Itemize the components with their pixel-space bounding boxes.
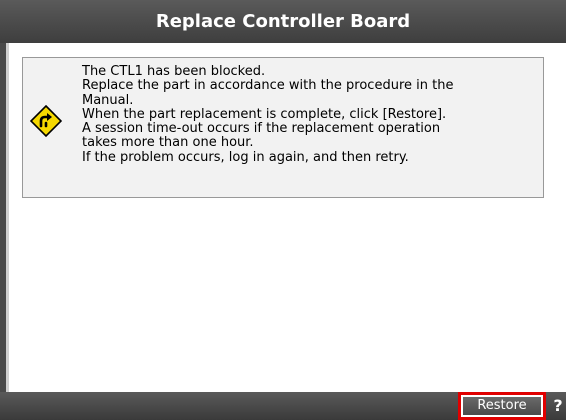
help-icon[interactable]: ? [550,394,566,418]
message-line: The CTL1 has been blocked. [82,64,266,79]
left-edge-bar-inner [6,43,9,392]
message-line: takes more than one hour. [82,135,254,151]
message-line: A session time-out occurs if the replace… [82,121,441,137]
restore-button[interactable]: Restore [458,392,546,420]
dialog-title: Replace Controller Board [155,11,411,32]
message-line: When the part replacement is complete, c… [82,106,447,122]
message-line: Replace the part in accordance with the … [82,78,454,94]
dialog-title-bar: Replace Controller Board [0,0,566,43]
replace-controller-board-dialog: Replace Controller Board The CTL1 has be… [0,0,566,420]
message-text: The CTL1 has been blocked. Replace the p… [82,64,542,165]
restore-button-label: Restore [463,397,541,415]
message-line: If the problem occurs, log in again, and… [82,149,409,165]
warning-detour-icon [30,105,62,137]
message-line: Manual. [82,92,134,108]
